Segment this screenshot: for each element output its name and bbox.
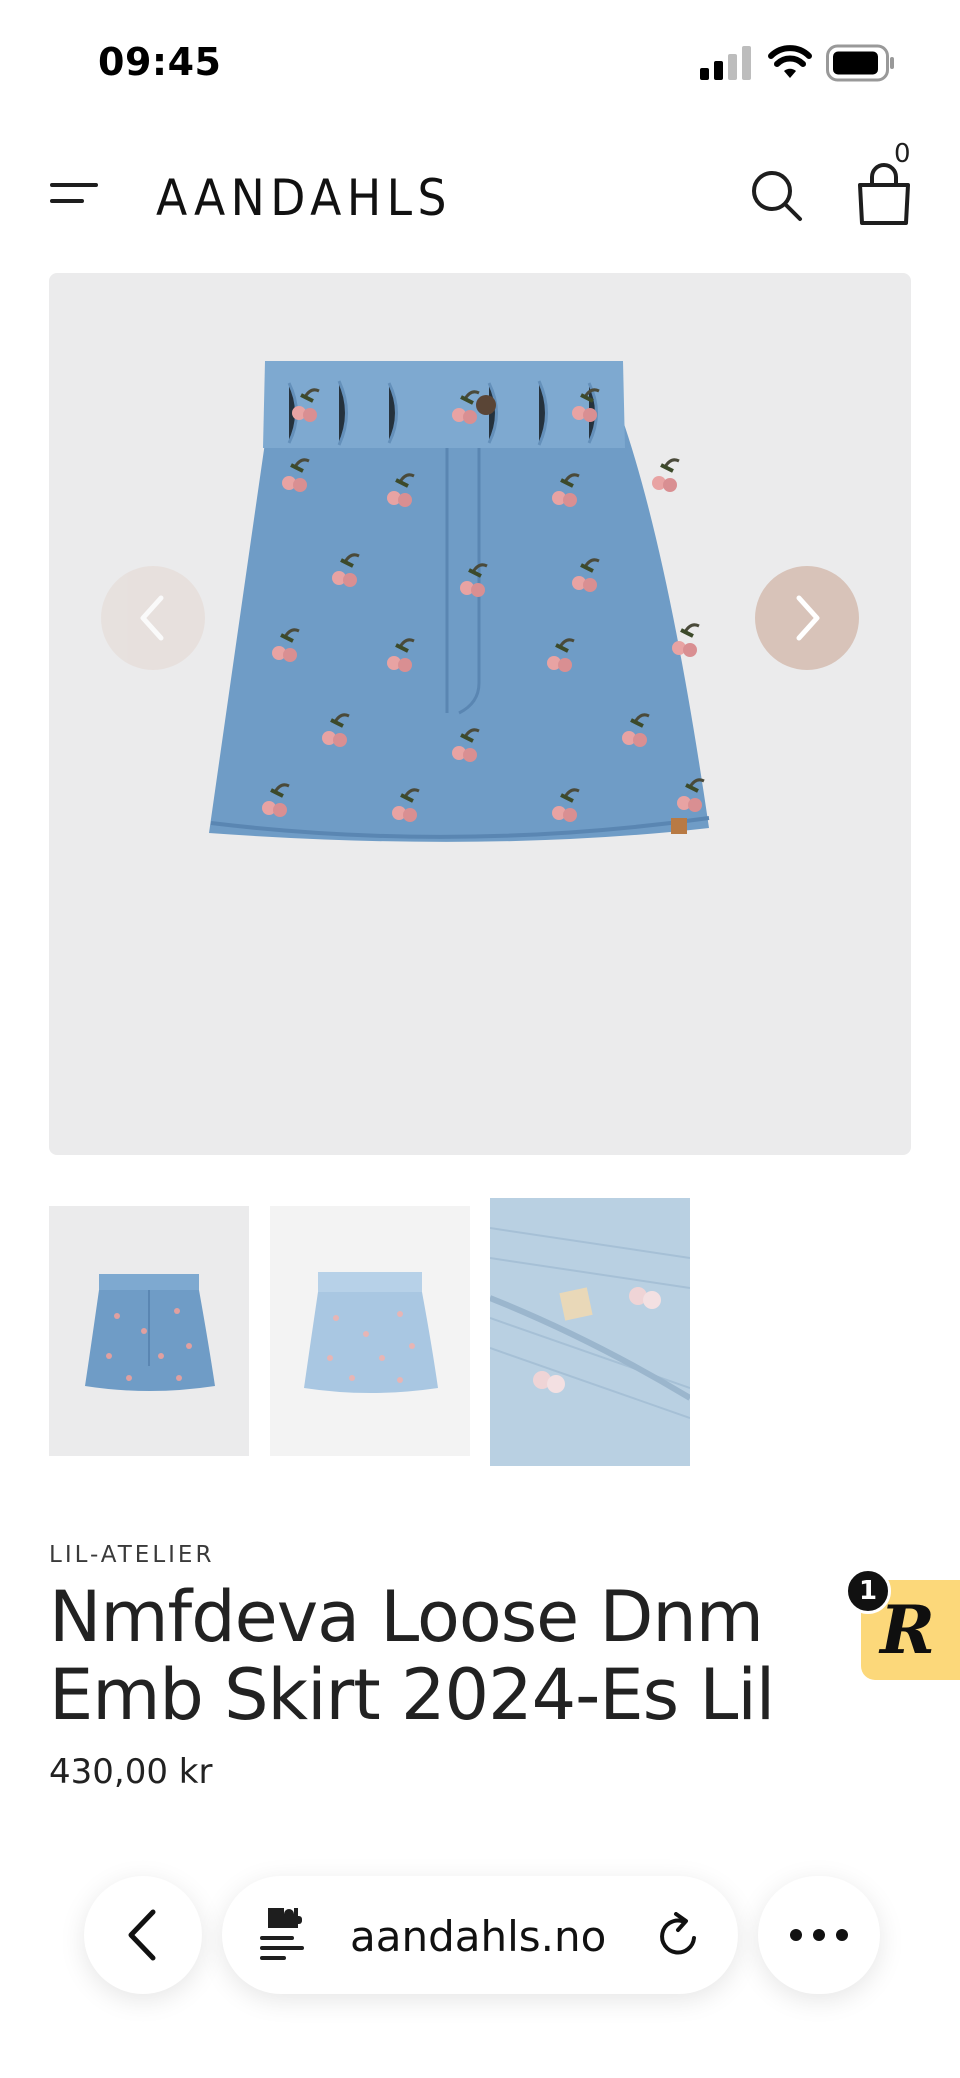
more-icon <box>790 1929 848 1941</box>
search-icon[interactable] <box>748 167 804 223</box>
cart-icon[interactable] <box>854 161 914 227</box>
previous-image-button[interactable] <box>101 566 205 670</box>
next-image-button[interactable] <box>755 566 859 670</box>
thumbnail-3[interactable] <box>490 1198 690 1466</box>
site-settings-icon[interactable] <box>258 1904 310 1964</box>
site-header: AANDAHLS 0 <box>0 125 960 265</box>
back-icon <box>128 1909 156 1961</box>
product-image <box>209 361 710 842</box>
site-logo[interactable]: AANDAHLS <box>156 165 456 225</box>
reviews-logo: R <box>880 1591 935 1669</box>
product-price: 430,00 kr <box>49 1752 213 1792</box>
menu-icon[interactable] <box>50 177 98 211</box>
reviews-notification-badge: 1 <box>845 1568 891 1614</box>
thumbnail-strip <box>0 1198 960 1468</box>
product-brand[interactable]: LIL-ATELIER <box>49 1542 214 1568</box>
cart-count: 0 <box>894 139 911 169</box>
thumbnail-image-dark-denim <box>85 1274 215 1391</box>
thumbnail-2[interactable] <box>270 1206 470 1456</box>
chevron-right-icon <box>796 595 820 641</box>
chevron-left-icon <box>140 595 164 641</box>
product-title: Nmfdeva Loose Dnm Emb Skirt 2024-Es Lil <box>49 1576 775 1736</box>
battery-icon <box>826 44 894 82</box>
thumbnail-image-detail <box>490 1198 690 1466</box>
status-bar: 09:45 <box>0 0 960 125</box>
thumbnail-image-light-denim <box>304 1272 438 1393</box>
logo-text: AANDAHLS <box>156 169 452 225</box>
browser-back-button[interactable] <box>84 1876 202 1994</box>
reload-icon[interactable] <box>654 1912 702 1960</box>
address-bar[interactable]: aandahls.no <box>222 1876 738 1994</box>
signal-icon <box>700 46 751 80</box>
url-text[interactable]: aandahls.no <box>350 1912 606 1961</box>
browser-more-button[interactable] <box>758 1876 880 1994</box>
wifi-icon <box>768 45 812 78</box>
status-time: 09:45 <box>98 40 222 84</box>
product-image-gallery[interactable] <box>49 273 911 1155</box>
thumbnail-1[interactable] <box>49 1206 249 1456</box>
browser-toolbar: aandahls.no <box>0 1850 960 2078</box>
